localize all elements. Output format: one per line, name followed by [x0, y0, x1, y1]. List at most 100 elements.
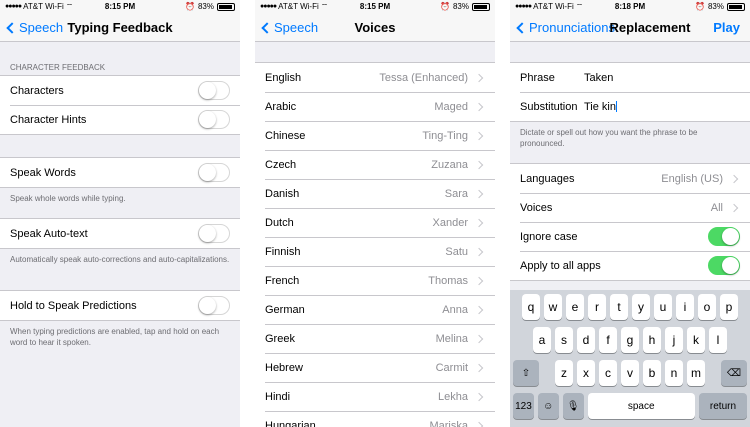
key-o[interactable]: o — [698, 294, 716, 320]
hold-predictions-row: Hold to Speak Predictions — [0, 291, 240, 320]
apply-all-toggle[interactable] — [708, 256, 740, 275]
key-j[interactable]: j — [665, 327, 683, 353]
ignore-case-label: Ignore case — [520, 230, 578, 243]
key-p[interactable]: p — [720, 294, 738, 320]
voice-name: Lekha — [438, 390, 468, 403]
voice-row-hindi[interactable]: Hindi Lekha — [255, 382, 495, 411]
text-caret — [616, 100, 617, 112]
ignore-case-toggle[interactable] — [708, 227, 740, 246]
space-key[interactable]: space — [587, 393, 695, 419]
key-q[interactable]: q — [522, 294, 540, 320]
back-button[interactable]: Speech — [6, 13, 63, 42]
key-s[interactable]: s — [555, 327, 573, 353]
character-hints-label: Character Hints — [10, 113, 87, 126]
key-t[interactable]: t — [610, 294, 628, 320]
languages-row[interactable]: Languages English (US) — [510, 164, 750, 193]
key-l[interactable]: l — [709, 327, 727, 353]
key-v[interactable]: v — [621, 360, 639, 386]
delete-key[interactable]: ⌫ — [721, 360, 747, 386]
voice-name: Mariska — [429, 419, 468, 427]
back-button[interactable]: Pronunciations — [516, 13, 615, 42]
typing-feedback-screen: ●●●●● AT&T Wi-Fi ⌔ 8:15 PM ⏰ 83% Speech Typ… — [0, 0, 240, 427]
key-z[interactable]: z — [555, 360, 573, 386]
voice-row-chinese[interactable]: Chinese Ting-Ting — [255, 121, 495, 150]
key-x[interactable]: x — [577, 360, 595, 386]
wifi-icon: ⌔ — [65, 1, 74, 11]
key-k[interactable]: k — [687, 327, 705, 353]
key-u[interactable]: u — [654, 294, 672, 320]
chevron-right-icon — [474, 334, 484, 343]
chevron-left-icon — [516, 21, 528, 34]
characters-row: Characters — [0, 76, 240, 105]
nav-bar: Speech Voices — [255, 13, 495, 42]
signal-icon: ●●●●● — [515, 3, 532, 10]
voice-name: Carmit — [435, 361, 468, 374]
voice-name: Anna — [442, 303, 468, 316]
characters-toggle[interactable] — [198, 81, 230, 100]
key-w[interactable]: w — [544, 294, 562, 320]
key-e[interactable]: e — [566, 294, 584, 320]
speak-words-label: Speak Words — [10, 166, 76, 179]
key-h[interactable]: h — [643, 327, 661, 353]
key-r[interactable]: r — [588, 294, 606, 320]
key-d[interactable]: d — [577, 327, 595, 353]
key-y[interactable]: y — [632, 294, 650, 320]
characters-label: Characters — [10, 84, 64, 97]
battery-percent: 83% — [452, 2, 469, 11]
speak-autotext-toggle[interactable] — [198, 224, 230, 243]
voice-row-english[interactable]: English Tessa (Enhanced) — [255, 63, 495, 92]
voice-row-french[interactable]: French Thomas — [255, 266, 495, 295]
key-b[interactable]: b — [643, 360, 661, 386]
toggle-knob — [199, 297, 216, 314]
chevron-right-icon — [474, 247, 484, 256]
voice-name: Xander — [432, 216, 468, 229]
substitution-field[interactable]: Tie kin — [584, 100, 740, 113]
chevron-right-icon — [474, 102, 484, 111]
emoji-key[interactable]: ☺ — [537, 393, 559, 419]
return-key[interactable]: return — [698, 393, 748, 419]
chevron-right-icon — [729, 174, 739, 183]
apply-all-label: Apply to all apps — [520, 259, 601, 272]
voice-language: Finnish — [265, 245, 301, 258]
signal-icon: ●●●●● — [5, 3, 22, 10]
voice-language: Arabic — [265, 100, 297, 113]
hold-predictions-toggle[interactable] — [198, 296, 230, 315]
voice-row-danish[interactable]: Danish Sara — [255, 179, 495, 208]
voice-row-dutch[interactable]: Dutch Xander — [255, 208, 495, 237]
voice-row-hungarian[interactable]: Hungarian Mariska — [255, 411, 495, 427]
chevron-right-icon — [474, 131, 484, 140]
voice-row-arabic[interactable]: Arabic Maged — [255, 92, 495, 121]
voice-row-czech[interactable]: Czech Zuzana — [255, 150, 495, 179]
character-hints-toggle[interactable] — [198, 110, 230, 129]
voice-language: Hindi — [265, 390, 291, 403]
key-f[interactable]: f — [599, 327, 617, 353]
key-n[interactable]: n — [665, 360, 683, 386]
play-button[interactable]: Play — [713, 13, 740, 42]
shift-key[interactable]: ⇧ — [513, 360, 539, 386]
keyboard-row-1: qwertyuiop — [510, 294, 750, 320]
toggle-knob — [199, 164, 216, 181]
key-i[interactable]: i — [676, 294, 694, 320]
back-button[interactable]: Speech — [261, 13, 318, 42]
voice-row-greek[interactable]: Greek Melina — [255, 324, 495, 353]
key-m[interactable]: m — [687, 360, 705, 386]
phrase-field[interactable]: Taken — [584, 72, 740, 84]
back-label: Speech — [19, 20, 64, 35]
voices-row[interactable]: Voices All — [510, 193, 750, 222]
alarm-icon: ⏰ — [185, 2, 195, 11]
speak-words-toggle[interactable] — [198, 163, 230, 182]
speak-autotext-label: Speak Auto-text — [10, 227, 88, 240]
key-c[interactable]: c — [599, 360, 617, 386]
voice-language: Dutch — [265, 216, 294, 229]
back-label: Speech — [274, 20, 319, 35]
key-g[interactable]: g — [621, 327, 639, 353]
languages-label: Languages — [520, 172, 575, 185]
numbers-key[interactable]: 123 — [513, 393, 534, 419]
voice-row-finnish[interactable]: Finnish Satu — [255, 237, 495, 266]
key-a[interactable]: a — [533, 327, 551, 353]
speak-autotext-group: Speak Auto-text — [0, 218, 240, 249]
voice-row-hebrew[interactable]: Hebrew Carmit — [255, 353, 495, 382]
substitution-row: Substitution Tie kin — [510, 92, 750, 121]
voice-row-german[interactable]: German Anna — [255, 295, 495, 324]
dictation-key[interactable]: 🎙 — [562, 393, 584, 419]
